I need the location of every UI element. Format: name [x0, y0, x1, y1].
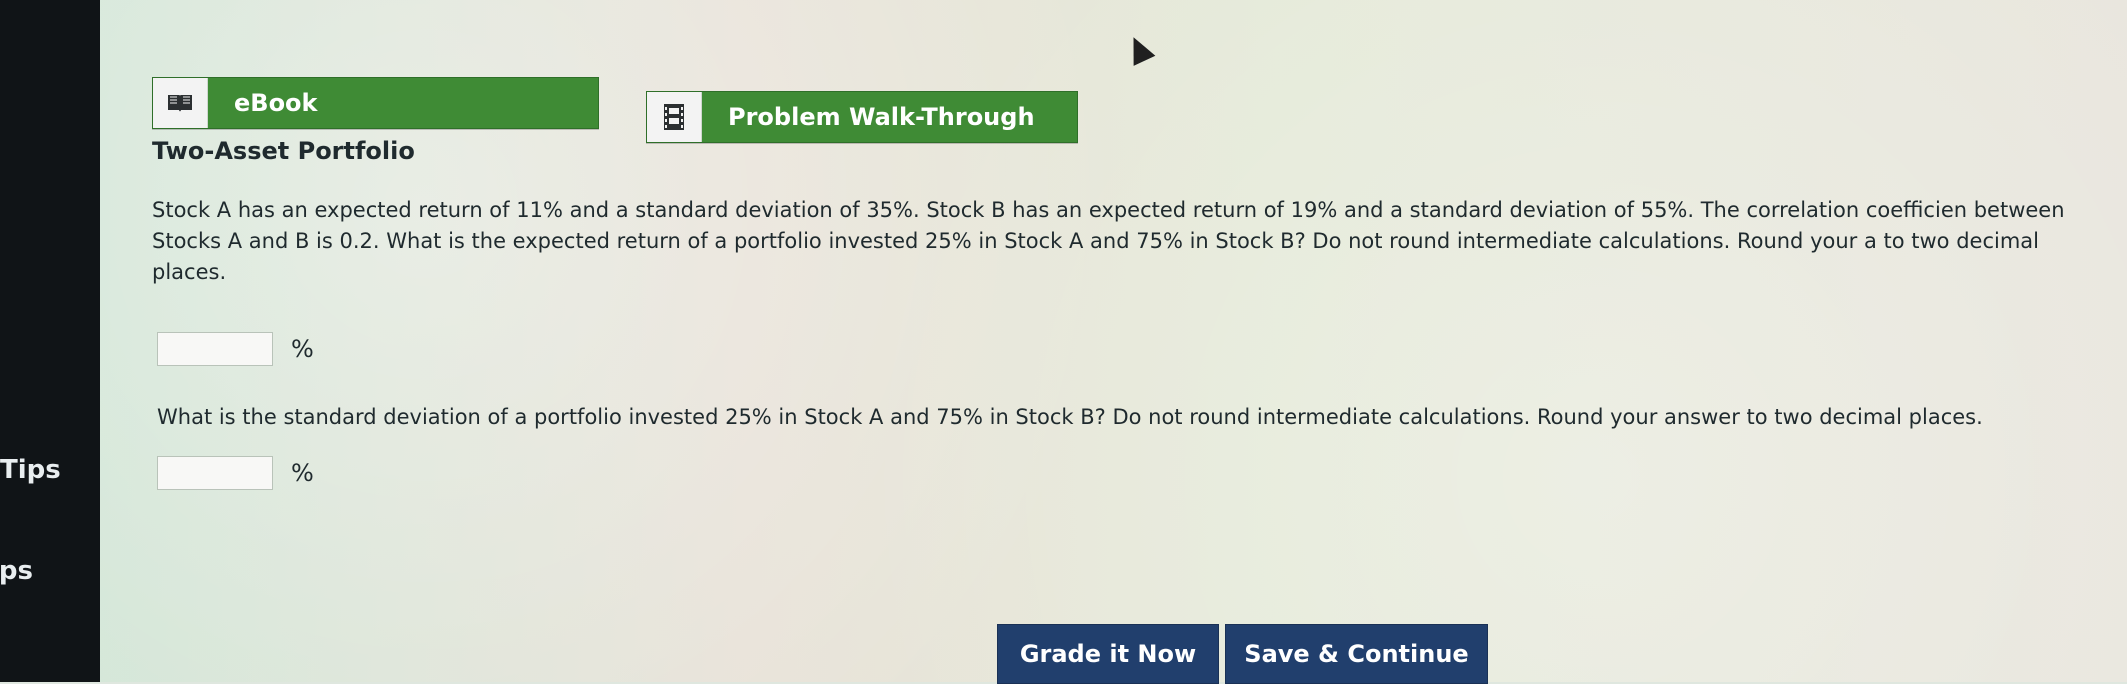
- ebook-label: eBook: [234, 89, 318, 117]
- answer-row-2: %: [157, 456, 314, 490]
- save-and-continue-button[interactable]: Save & Continue: [1225, 624, 1488, 684]
- question-1-text: Stock A has an expected return of 11% an…: [152, 198, 2065, 284]
- assignment-screen: Tips ips eBook: [0, 0, 2127, 684]
- expected-return-input[interactable]: [157, 332, 273, 366]
- left-sidebar: Tips ips: [0, 0, 100, 682]
- problem-walkthrough-button[interactable]: Problem Walk-Through: [646, 91, 1078, 143]
- percent-unit-1: %: [291, 335, 314, 363]
- percent-unit-2: %: [291, 459, 314, 487]
- grade-it-now-button[interactable]: Grade it Now: [997, 624, 1219, 684]
- standard-deviation-input[interactable]: [157, 456, 273, 490]
- film-strip-icon: [647, 92, 702, 142]
- tips-label-secondary: ips: [0, 556, 33, 586]
- question-2-text: What is the standard deviation of a port…: [157, 405, 1983, 429]
- resource-toolbar: eBook Problem Walk-Through: [152, 75, 1078, 145]
- ebook-button[interactable]: eBook: [152, 77, 599, 129]
- answer-row-1: %: [157, 332, 314, 366]
- problem-walkthrough-label: Problem Walk-Through: [728, 103, 1035, 131]
- mouse-cursor-icon: [1122, 32, 1156, 66]
- tips-label: Tips: [0, 455, 61, 485]
- problem-title: Two-Asset Portfolio: [152, 137, 415, 165]
- book-icon: [153, 78, 208, 128]
